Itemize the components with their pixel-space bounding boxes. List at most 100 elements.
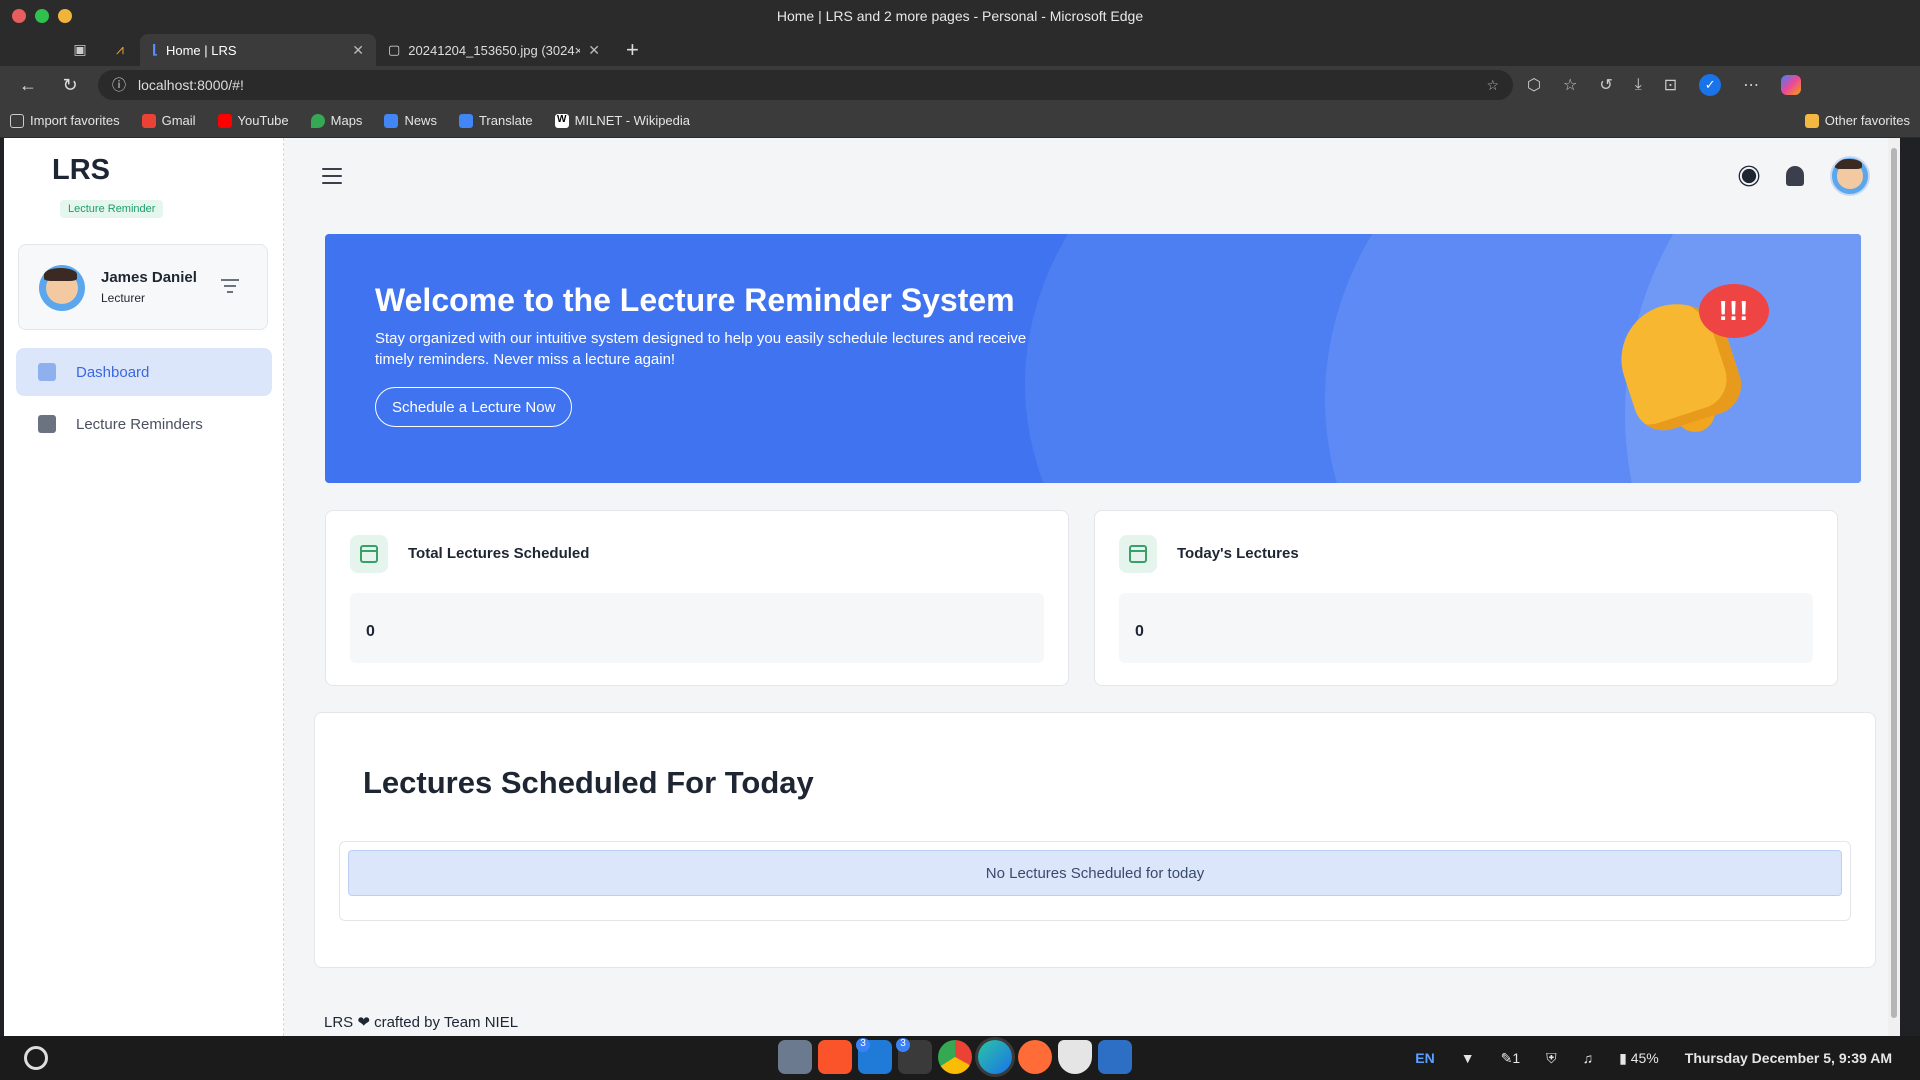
fav-translate[interactable]: Translate (458, 113, 533, 128)
favorites-icon[interactable]: ☆ (1563, 75, 1577, 95)
fav-news[interactable]: News (384, 113, 437, 128)
more-menu-icon[interactable]: ⋯ (1743, 75, 1759, 95)
banner-text: Stay organized with our intuitive system… (375, 330, 1027, 368)
downloads-icon[interactable]: ⤓ (1635, 76, 1642, 94)
stat-value: 0 (1135, 623, 1144, 640)
section-heading: Lectures Scheduled For Today (363, 765, 814, 800)
tab-label: 20241204_153650.jpg (3024× (408, 42, 581, 58)
edge-app-icon[interactable] (978, 1040, 1012, 1074)
maximize-window-button[interactable] (35, 9, 49, 23)
page-scrollbar[interactable] (1888, 138, 1900, 1036)
lrs-favicon-icon: ⌊ (152, 42, 158, 57)
fav-other-favorites[interactable]: Other favorites (1804, 113, 1910, 128)
music-icon[interactable]: ♫ (1583, 1050, 1594, 1066)
battery-indicator[interactable]: ▮ 45% (1619, 1050, 1659, 1067)
gmail-icon (141, 113, 156, 128)
terminal-app-icon[interactable]: 3 (896, 1038, 932, 1074)
fav-import-favorites[interactable]: Import favorites (10, 113, 120, 128)
banner-title: Welcome to the Lecture Reminder System (375, 282, 1015, 318)
close-tab-icon[interactable]: ✕ (352, 42, 364, 59)
brand-badge: Lecture Reminder (60, 200, 164, 218)
files-app-icon[interactable] (778, 1040, 812, 1074)
tab-actions-icon[interactable]: ▣ (60, 32, 100, 66)
sidebar-item-dashboard[interactable]: Dashboard (16, 348, 272, 396)
user-name: James Daniel (101, 269, 197, 286)
launcher-icon[interactable] (24, 1046, 48, 1070)
tab-home-lrs[interactable]: ⌊ Home | LRS ✕ (140, 34, 376, 66)
clock[interactable]: Thursday December 5, 9:39 AM (1685, 1050, 1892, 1066)
badge: 3 (896, 1038, 910, 1052)
stat-card-total-lectures: Total Lectures Scheduled 0 (325, 510, 1069, 686)
minimize-window-button[interactable] (58, 9, 72, 23)
back-button[interactable]: ← (14, 71, 42, 99)
window-controls (12, 9, 72, 23)
calendar-icon (350, 535, 388, 573)
sidebar-item-label: Lecture Reminders (76, 415, 203, 433)
lectures-list: No Lectures Scheduled for today (339, 841, 1851, 921)
tab-label: Home | LRS (165, 42, 237, 58)
page-footer: LRS ❤ crafted by Team NIEL (324, 1014, 519, 1031)
sidebar-item-lecture-reminders[interactable]: Lecture Reminders (16, 400, 272, 448)
security-icon[interactable]: ⛨ (1546, 1050, 1557, 1067)
extensions-icon[interactable]: ⬡ (1527, 75, 1541, 95)
web-page: LRS Lecture Reminder James Daniel Lectur… (4, 138, 1900, 1036)
navigation-bar: ← ↻ ⓘ localhost:8000/#! ☆ ⬡ ☆ ↺ ⤓ ⊡ ✓ ⋯ (0, 66, 1920, 104)
folder-icon (1804, 113, 1819, 128)
maps-icon (310, 113, 325, 128)
history-icon[interactable]: ↺ (1599, 75, 1612, 95)
brand-logo[interactable]: LRS (52, 154, 110, 187)
stat-value: 0 (366, 623, 375, 640)
top-icons (1738, 156, 1870, 196)
hamburger-menu-icon[interactable] (322, 168, 342, 184)
file-icon: ▢ (388, 42, 401, 57)
window-title: Home | LRS and 2 more pages - Personal -… (776, 8, 1144, 24)
fav-maps[interactable]: Maps (310, 113, 362, 128)
bell-illustration-icon: !!! (1607, 284, 1769, 439)
dock: 3 3 (778, 1038, 1132, 1074)
check-extension-icon[interactable]: ✓ (1699, 74, 1722, 96)
close-tab-icon[interactable]: ✕ (588, 42, 600, 59)
favorites-bar: Import favorites Gmail YouTube Maps News… (0, 104, 1920, 138)
url-text: localhost:8000/#! (138, 77, 244, 93)
screenshot-icon[interactable]: ⊡ (1664, 75, 1677, 95)
toolbar-icons: ⬡ ☆ ↺ ⤓ ⊡ ✓ ⋯ (1527, 74, 1802, 96)
address-bar[interactable]: ⓘ localhost:8000/#! ☆ (98, 70, 1513, 100)
favorite-star-icon[interactable]: ☆ (1486, 77, 1499, 94)
stat-value-box: 0 (1119, 593, 1813, 663)
system-tray: EN ▼ ✎1 ⛨ ♫ ▮ 45% Thursday December 5, 9… (1415, 1036, 1892, 1080)
vscode-app-icon[interactable]: 3 (856, 1038, 892, 1074)
copilot-icon[interactable] (1781, 75, 1802, 95)
tab-strip: ▣ ⩘ ⌊ Home | LRS ✕ ▢ 20241204_153650.jpg… (0, 32, 1920, 66)
shield-app-icon[interactable] (1058, 1040, 1092, 1074)
wifi-icon[interactable]: ▼ (1461, 1050, 1475, 1066)
todays-lectures-panel: Lectures Scheduled For Today No Lectures… (314, 712, 1876, 968)
filter-icon[interactable] (221, 279, 239, 293)
postman-app-icon[interactable] (1018, 1040, 1052, 1074)
os-taskbar: 3 3 EN ▼ ✎1 ⛨ ♫ ▮ 45% Thursday December … (0, 1036, 1920, 1080)
stat-title: Today's Lectures (1177, 545, 1299, 562)
fav-gmail[interactable]: Gmail (141, 113, 196, 128)
avatar (39, 265, 85, 311)
brave-app-icon[interactable] (818, 1040, 852, 1074)
notifications-indicator[interactable]: ✎1 (1501, 1050, 1521, 1067)
fav-youtube[interactable]: YouTube (217, 113, 289, 128)
translate-icon (458, 113, 473, 128)
import-icon (10, 113, 24, 128)
refresh-button[interactable]: ↻ (56, 71, 84, 99)
badge: 3 (856, 1038, 870, 1052)
new-tab-button[interactable]: + (612, 34, 653, 66)
calendar-icon (38, 415, 56, 433)
notifications-bell-icon[interactable] (1786, 166, 1804, 186)
news-app-icon[interactable] (1098, 1040, 1132, 1074)
theme-toggle-icon[interactable] (1741, 168, 1757, 184)
profile-avatar[interactable] (1830, 156, 1870, 196)
close-window-button[interactable] (12, 9, 26, 23)
pinned-tab-icon[interactable]: ⩘ (100, 32, 140, 66)
tab-image[interactable]: ▢ 20241204_153650.jpg (3024× ✕ (376, 34, 612, 66)
user-card: James Daniel Lecturer (18, 244, 268, 330)
language-indicator[interactable]: EN (1415, 1050, 1434, 1066)
site-info-icon[interactable]: ⓘ (112, 75, 126, 95)
chrome-app-icon[interactable] (938, 1040, 972, 1074)
schedule-lecture-button[interactable]: Schedule a Lecture Now (375, 387, 573, 427)
fav-milnet[interactable]: W MILNET - Wikipedia (554, 113, 690, 128)
